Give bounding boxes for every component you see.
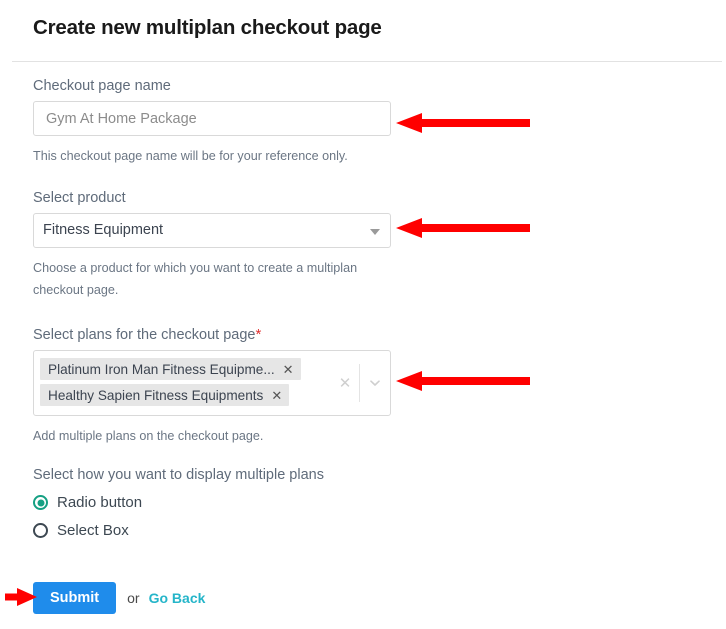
arrow-to-plans-select bbox=[396, 370, 530, 392]
tag-row: Healthy Sapien Fitness Equipments ✕ bbox=[40, 383, 320, 409]
select-plans-multiselect[interactable]: Platinum Iron Man Fitness Equipme... ✕ H… bbox=[33, 350, 391, 416]
checkout-page-name-label: Checkout page name bbox=[33, 78, 391, 94]
multiselect-controls: ✕ bbox=[331, 351, 390, 415]
select-product-helper: Choose a product for which you want to c… bbox=[33, 257, 383, 301]
select-plans-label: Select plans for the checkout page* bbox=[33, 326, 391, 343]
required-asterisk: * bbox=[255, 326, 261, 343]
display-mode-label: Select how you want to display multiple … bbox=[33, 467, 324, 483]
select-product-value[interactable]: Fitness Equipment bbox=[33, 213, 391, 248]
field-checkout-page-name: Checkout page name This checkout page na… bbox=[33, 78, 391, 167]
field-select-product: Select product Fitness Equipment Choose … bbox=[33, 190, 391, 301]
or-separator-label: or bbox=[127, 590, 139, 606]
chevron-down-icon[interactable] bbox=[360, 376, 390, 390]
select-plans-label-text: Select plans for the checkout page bbox=[33, 327, 255, 343]
form-footer: Submit or Go Back bbox=[33, 582, 205, 614]
selected-plan-tag: Platinum Iron Man Fitness Equipme... ✕ bbox=[40, 358, 301, 380]
radio-selected-icon[interactable] bbox=[33, 495, 48, 510]
selected-plan-tag: Healthy Sapien Fitness Equipments ✕ bbox=[40, 384, 289, 406]
clear-all-icon[interactable]: ✕ bbox=[331, 374, 359, 392]
go-back-link[interactable]: Go Back bbox=[149, 590, 206, 606]
radio-option-label: Select Box bbox=[57, 522, 129, 539]
radio-unselected-icon[interactable] bbox=[33, 523, 48, 538]
select-plans-helper: Add multiple plans on the checkout page. bbox=[33, 425, 383, 447]
field-display-mode: Select how you want to display multiple … bbox=[33, 467, 324, 539]
radio-option-select-box[interactable]: Select Box bbox=[33, 522, 129, 539]
selected-plan-tag-label: Platinum Iron Man Fitness Equipme... bbox=[48, 362, 275, 377]
tag-row: Platinum Iron Man Fitness Equipme... ✕ bbox=[40, 357, 320, 383]
arrow-to-checkout-name bbox=[396, 112, 530, 134]
checkout-page-name-helper: This checkout page name will be for your… bbox=[33, 145, 383, 167]
close-icon[interactable]: ✕ bbox=[283, 363, 294, 376]
selected-plan-tag-label: Healthy Sapien Fitness Equipments bbox=[48, 388, 263, 403]
field-select-plans: Select plans for the checkout page* Plat… bbox=[33, 326, 391, 447]
radio-option-label: Radio button bbox=[57, 494, 142, 511]
arrow-to-product-select bbox=[396, 217, 530, 239]
radio-option-radio-button[interactable]: Radio button bbox=[33, 494, 142, 511]
title-divider bbox=[12, 61, 722, 62]
checkout-page-name-input[interactable] bbox=[33, 101, 391, 136]
submit-button[interactable]: Submit bbox=[33, 582, 116, 614]
select-product-label: Select product bbox=[33, 190, 391, 206]
select-product-control[interactable]: Fitness Equipment bbox=[33, 213, 391, 248]
close-icon[interactable]: ✕ bbox=[271, 389, 282, 402]
page-title: Create new multiplan checkout page bbox=[33, 16, 382, 40]
